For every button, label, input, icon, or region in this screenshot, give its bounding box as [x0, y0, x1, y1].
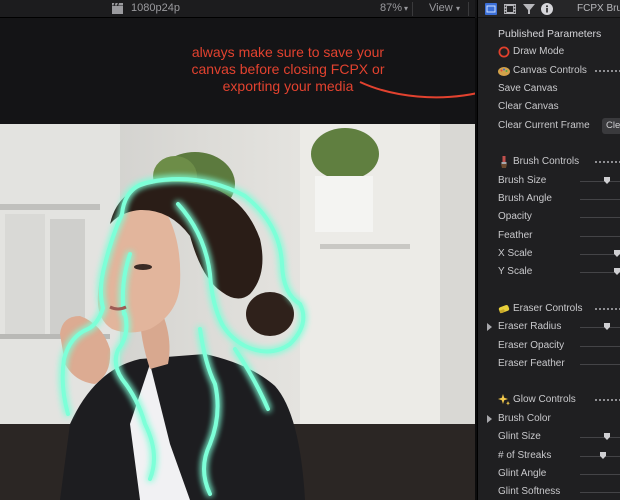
slider-track[interactable] [580, 456, 620, 457]
param-label: Brush Size [498, 175, 547, 186]
param-row-brush-size: Brush Size [478, 172, 620, 190]
canvas-preview-image[interactable] [0, 124, 475, 500]
view-chevron-icon[interactable]: ▾ [456, 4, 460, 13]
palette-icon [498, 67, 510, 76]
eraser-icon [498, 305, 510, 314]
param-label: X Scale [498, 248, 533, 259]
slider-track[interactable] [580, 474, 620, 475]
circle-icon [498, 46, 510, 58]
param-group-eraser-controls[interactable]: Eraser Controls [478, 300, 620, 318]
brush-icon [501, 156, 507, 168]
disclosure-triangle-icon[interactable] [487, 323, 492, 331]
slider-knob[interactable] [604, 323, 610, 330]
clapperboard-icon [112, 3, 123, 14]
filter-icon[interactable] [523, 3, 535, 15]
param-group-glow-controls[interactable]: Glow Controls [478, 391, 620, 409]
published-parameters-header: Published Parameters [498, 28, 602, 40]
slider-track[interactable] [580, 236, 620, 237]
group-divider [595, 399, 620, 401]
slider-track[interactable] [580, 217, 620, 218]
param-label: Eraser Radius [498, 321, 562, 332]
param-row-draw-mode[interactable]: Draw Mode [478, 43, 620, 61]
group-label: Eraser Controls [513, 303, 583, 314]
param-label: Feather [498, 230, 533, 241]
param-row-glint-softness: Glint Softness [478, 483, 620, 500]
video-inspector-tab-icon[interactable] [485, 3, 497, 15]
save-canvas-button[interactable]: Save Canvas [478, 80, 620, 98]
slider-knob[interactable] [604, 433, 610, 440]
group-divider [595, 70, 620, 72]
param-label: Glint Size [498, 431, 541, 442]
zoom-chevron-icon[interactable]: ▾ [404, 4, 408, 13]
zoom-menu[interactable]: 87% [380, 2, 402, 14]
param-label: Glint Angle [498, 468, 547, 479]
param-label: Eraser Opacity [498, 340, 565, 351]
inspector-tabs: FCPX Brus [478, 0, 620, 18]
param-group-canvas-controls[interactable]: Canvas Controls [478, 62, 620, 80]
group-label: Canvas Controls [513, 65, 587, 76]
param-row-clear-current-frame: Clear Current Frame Cle [478, 117, 620, 135]
inspector-panel: FCPX Brus Published Parameters Draw Mode… [477, 0, 620, 500]
group-divider [595, 308, 620, 310]
slider-track[interactable] [580, 364, 620, 365]
sparkles-icon [498, 394, 510, 406]
param-row-y-scale: Y Scale [478, 263, 620, 281]
slider-knob[interactable] [604, 177, 610, 184]
param-row-eraser-opacity: Eraser Opacity [478, 337, 620, 355]
clear-frame-button[interactable]: Cle [602, 118, 620, 134]
inspector-title: FCPX Brus [577, 3, 620, 14]
viewer-toolbar: 1080p24p 87% ▾ View ▾ [0, 0, 475, 18]
param-label: Clear Current Frame [498, 120, 590, 131]
param-label: Clear Canvas [498, 101, 559, 112]
slider-track[interactable] [580, 272, 620, 273]
slider-knob[interactable] [614, 250, 620, 257]
slider-knob[interactable] [600, 452, 606, 459]
param-row-glint-size: Glint Size [478, 428, 620, 446]
slider-knob[interactable] [614, 268, 620, 275]
slider-track[interactable] [580, 327, 620, 328]
film-strip-icon[interactable] [504, 3, 516, 15]
param-row-brush-angle: Brush Angle [478, 190, 620, 208]
group-label: Brush Controls [513, 156, 580, 167]
param-label: Brush Color [498, 413, 551, 424]
toolbar-divider [412, 2, 413, 16]
annotation-line: always make sure to save your [191, 44, 385, 60]
param-row-brush-color: Brush Color [478, 410, 620, 428]
param-label: Eraser Feather [498, 358, 565, 369]
param-label: Y Scale [498, 266, 533, 277]
toolbar-divider [468, 2, 469, 16]
disclosure-triangle-icon[interactable] [487, 415, 492, 423]
viewer-panel: 1080p24p 87% ▾ View ▾ always make sure t… [0, 0, 498, 500]
info-icon[interactable] [541, 3, 553, 15]
param-group-brush-controls[interactable]: Brush Controls [478, 153, 620, 171]
clear-canvas-button[interactable]: Clear Canvas [478, 98, 620, 116]
param-label: Glint Softness [498, 486, 561, 497]
param-label: # of Streaks [498, 450, 552, 461]
portrait-with-glow-brush-strokes [0, 124, 475, 500]
slider-track[interactable] [580, 346, 620, 347]
slider-track[interactable] [580, 199, 620, 200]
param-row-num-streaks: # of Streaks [478, 447, 620, 465]
param-row-x-scale: X Scale [478, 245, 620, 263]
param-row-eraser-feather: Eraser Feather [478, 355, 620, 373]
slider-track[interactable] [580, 437, 620, 438]
param-label: Opacity [498, 211, 532, 222]
group-divider [595, 161, 620, 163]
param-row-opacity: Opacity [478, 208, 620, 226]
slider-track[interactable] [580, 181, 620, 182]
slider-track[interactable] [580, 254, 620, 255]
param-row-glint-angle: Glint Angle [478, 465, 620, 483]
view-menu[interactable]: View [429, 2, 453, 14]
param-label: Draw Mode [513, 46, 565, 57]
param-label: Brush Angle [498, 193, 552, 204]
slider-track[interactable] [580, 492, 620, 493]
format-label: 1080p24p [131, 2, 180, 14]
param-label: Save Canvas [498, 83, 558, 94]
group-label: Glow Controls [513, 394, 576, 405]
param-row-feather: Feather [478, 227, 620, 245]
param-row-eraser-radius: Eraser Radius [478, 318, 620, 336]
